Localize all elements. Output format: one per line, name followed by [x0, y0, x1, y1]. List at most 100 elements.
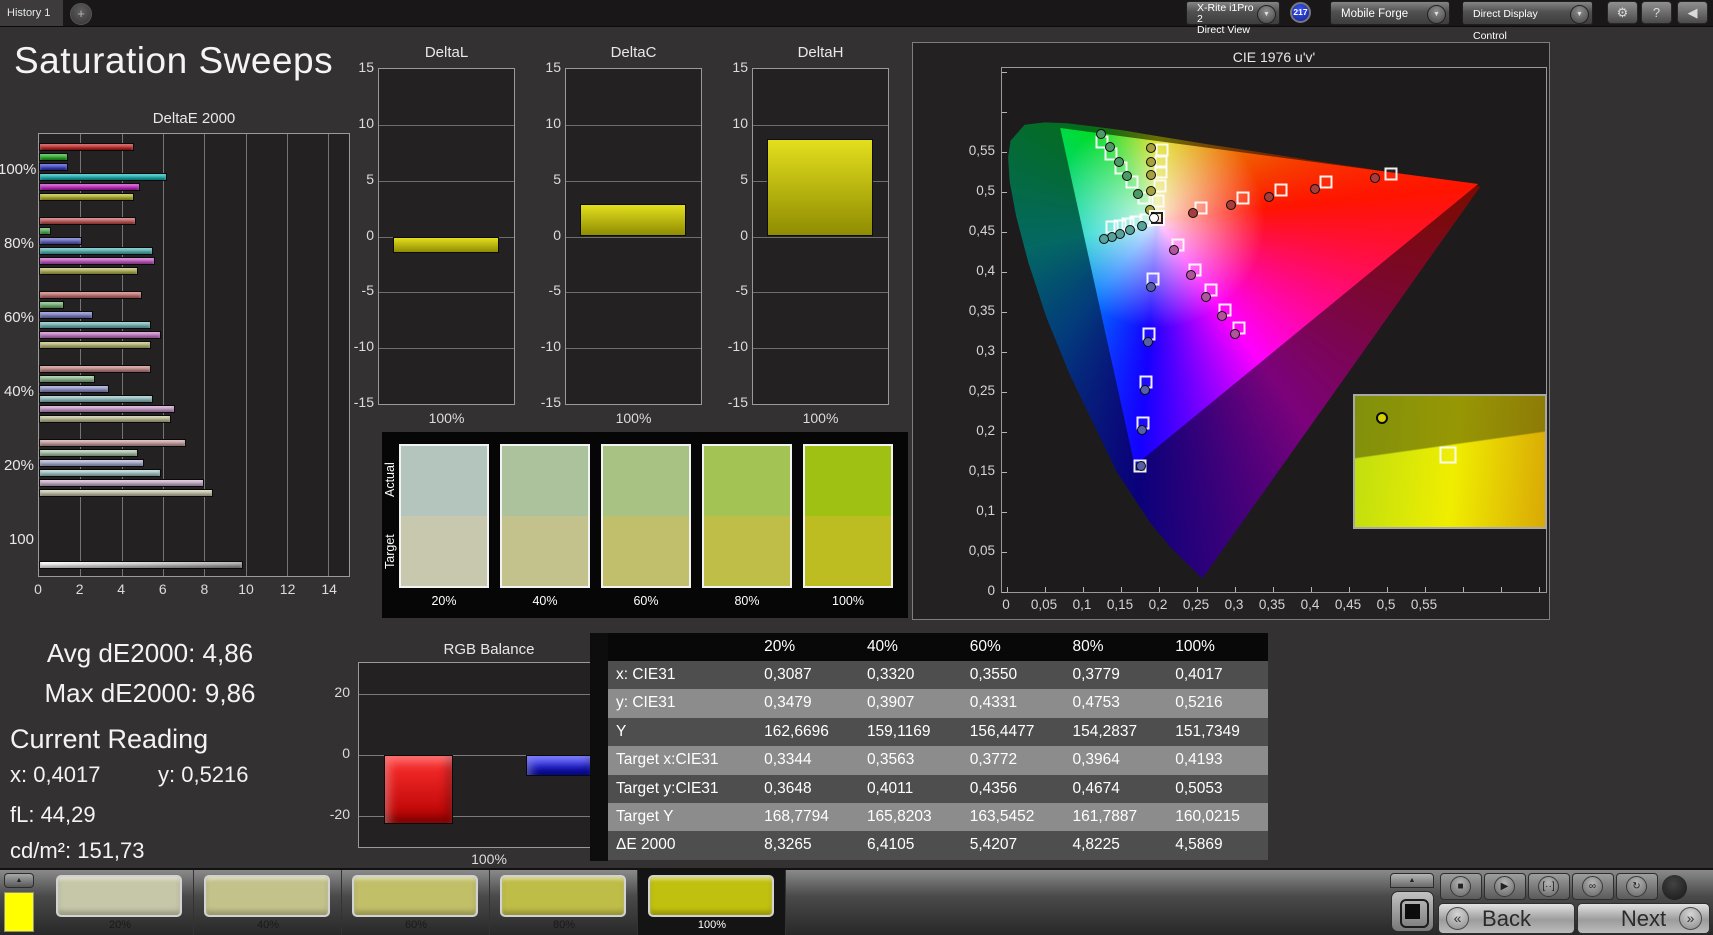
cie-title: CIE 1976 u'v' — [1232, 49, 1316, 65]
tick-label: 2 — [75, 581, 84, 597]
stop-pattern-button[interactable] — [1391, 891, 1434, 932]
swatch — [601, 444, 691, 588]
tick-label: 10 — [358, 114, 374, 131]
swatch-label: 80% — [734, 594, 760, 608]
cie-zoom-inset — [1353, 394, 1547, 529]
transport-expand-button[interactable]: ▲ — [1390, 873, 1434, 888]
tick — [1045, 587, 1046, 592]
tick-label: -15 — [540, 394, 561, 410]
bar — [39, 449, 139, 457]
swatch-label: 20% — [431, 594, 457, 608]
actual-swatch — [704, 446, 790, 516]
bar — [39, 459, 145, 467]
cyan-measured-marker — [1098, 234, 1109, 245]
tick-label: 5 — [366, 170, 374, 187]
bar — [393, 236, 499, 254]
table-row: Target Y 168,7794 165,8203 163,5452 161,7887… — [608, 802, 1268, 832]
bar-group — [39, 208, 349, 282]
bar — [39, 153, 68, 161]
chevron-down-icon[interactable]: ▼ — [1570, 5, 1589, 24]
magenta-measured-marker — [1230, 329, 1240, 340]
tick-label: 0 — [740, 226, 748, 243]
actual-swatch — [401, 446, 487, 516]
red-target-marker — [1274, 183, 1288, 197]
chevron-down-icon[interactable]: ▼ — [1257, 5, 1276, 24]
yellow-target-marker — [1155, 143, 1169, 157]
bar — [767, 139, 873, 237]
value-cell: 0,3550 — [969, 666, 1018, 683]
axis-label: 20% — [3, 457, 34, 474]
pattern-button-40%[interactable]: 40% — [194, 870, 342, 935]
tick — [1002, 112, 1007, 113]
refresh-button[interactable]: ↻ — [1616, 873, 1658, 900]
value-cell: 4,8225 — [1072, 836, 1120, 854]
status-dot — [1662, 875, 1687, 900]
swatch-label: 40% — [532, 594, 558, 608]
tick-label: 10 — [732, 114, 748, 131]
pattern-button-20%[interactable]: 20% — [46, 870, 194, 935]
tick — [1002, 152, 1007, 153]
bar — [39, 183, 141, 191]
tick — [1002, 312, 1007, 313]
rgb-balance-title: RGB Balance — [443, 641, 535, 658]
bar — [39, 193, 135, 201]
tick-label: -10 — [540, 338, 561, 355]
tick — [1002, 472, 1007, 473]
chevron-down-icon[interactable]: ▼ — [1427, 5, 1446, 24]
actual-target-swatch-panel: Actual Target 20% 40% 60% 80% 100% — [382, 432, 908, 618]
gridline — [566, 348, 701, 350]
table-row: Target y:CIE31 0,3648 0,4011 0,4356 0,4674 0,… — [608, 774, 1268, 803]
bar — [39, 173, 168, 181]
tick-label: 0,4 — [976, 263, 995, 278]
tick — [1002, 432, 1007, 433]
next-arrow-icon: » — [1679, 907, 1702, 930]
value-cell: 0,5053 — [1175, 779, 1223, 797]
tab-history-1[interactable]: History 1 — [0, 0, 63, 26]
next-button[interactable]: Next » — [1577, 903, 1710, 934]
value-cell: 0,3772 — [969, 751, 1018, 769]
tick — [1002, 272, 1007, 273]
meter-dropdown[interactable]: X-Rite i1Pro 2 Direct View ▼ — [1186, 1, 1280, 36]
y-axis: 15 10 5 0 -5 -10 -15 — [344, 59, 374, 410]
refresh-icon: ↻ — [1626, 876, 1647, 897]
settings-button[interactable]: ⚙ — [1607, 1, 1638, 24]
frame-button[interactable]: [··] — [1528, 873, 1570, 900]
pattern-button-60%[interactable]: 60% — [342, 870, 490, 935]
row-label-cell: ΔE 2000 — [616, 836, 676, 854]
header-cell: 20% — [764, 638, 796, 655]
tick — [1539, 587, 1540, 592]
tick-label: 0 — [342, 745, 350, 761]
play-button[interactable]: ▶ — [1484, 873, 1526, 900]
tick — [1002, 352, 1007, 353]
collapse-button[interactable]: ◀ — [1677, 1, 1708, 24]
tick-label: 0 — [34, 581, 42, 597]
meter-status-stripe — [1189, 4, 1193, 22]
value-cell: 154,2837 — [1072, 722, 1138, 740]
infinity-button[interactable]: ∞ — [1572, 873, 1614, 900]
current-reading-title: Current Reading — [10, 724, 209, 754]
y-axis: 15 10 5 0 -5 -10 -15 — [531, 59, 561, 410]
tick-label: 0,1 — [976, 503, 995, 518]
pattern-button-100%[interactable]: 100% — [638, 870, 786, 935]
stop-square — [1405, 904, 1420, 919]
value-cell: 0,3964 — [1072, 751, 1120, 769]
tick-label: 8 — [200, 581, 209, 597]
swatch-column: 60% — [601, 444, 691, 608]
back-button[interactable]: « Back — [1438, 903, 1575, 934]
blue-measured-marker — [1135, 461, 1146, 472]
help-button[interactable]: ? — [1641, 1, 1672, 24]
red-bar — [384, 755, 453, 824]
header-cell: 60% — [969, 638, 1001, 655]
stop-button[interactable]: ■ — [1440, 873, 1482, 900]
table-row: Y 162,6696 159,1169 156,4477 154,2837 151,734… — [608, 717, 1268, 747]
header-cell: 80% — [1072, 638, 1104, 655]
value-cell: 0,5216 — [1175, 694, 1223, 712]
pattern-bar-expand-button[interactable]: ▲ — [4, 873, 34, 888]
pattern-button-80%[interactable]: 80% — [490, 870, 638, 935]
workflow-dropdown[interactable]: Mobile Forge ▼ — [1330, 1, 1450, 25]
add-tab-button[interactable]: + — [70, 3, 92, 25]
tick-label: 4 — [117, 581, 126, 597]
table-row: Target x:CIE31 0,3344 0,3563 0,3772 0,3964 0,… — [608, 746, 1268, 775]
display-control-dropdown[interactable]: Direct Display Control ▼ — [1462, 1, 1593, 42]
tick-label: 0,5 — [976, 183, 995, 198]
